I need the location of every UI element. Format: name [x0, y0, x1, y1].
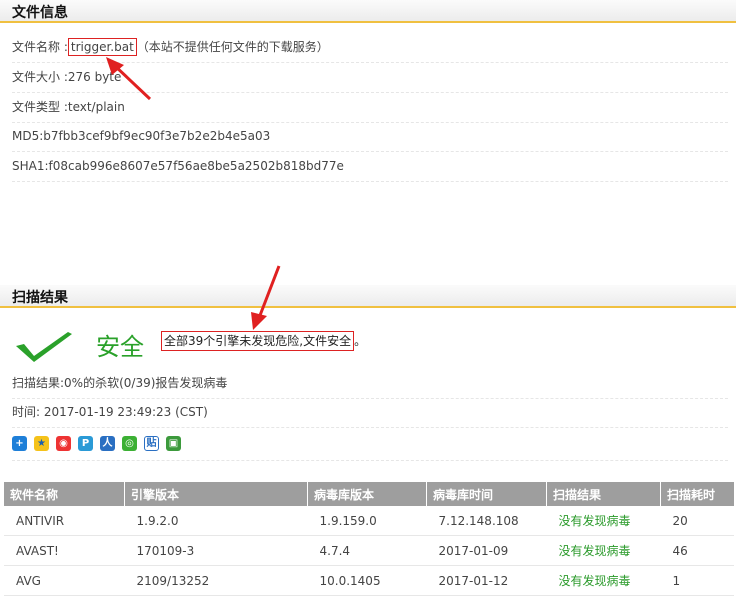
qzone-icon[interactable]: ★: [34, 436, 49, 451]
renren-icon[interactable]: 人: [100, 436, 115, 451]
annotation-arrow-1: [106, 57, 152, 101]
scan-result-title: 扫描结果: [12, 290, 68, 306]
cell-engine-version: 2109/13252: [124, 565, 308, 596]
col-scan-duration: 扫描耗时: [660, 482, 734, 506]
col-engine-version: 引擎版本: [124, 482, 308, 506]
table-row: ANTIVIR 1.9.2.0 1.9.159.0 7.12.148.108 没…: [4, 506, 734, 536]
cell-db-time: 2017-01-09: [426, 535, 547, 566]
divider: [12, 460, 728, 461]
table-row: AVG 2109/13252 10.0.1405 2017-01-12 没有发现…: [4, 565, 734, 596]
col-db-version: 病毒库版本: [307, 482, 427, 506]
cell-scan-result: 没有发现病毒: [546, 565, 661, 596]
cell-scan-result: 没有发现病毒: [546, 535, 661, 566]
cell-scan-result: 没有发现病毒: [546, 506, 661, 536]
table-header-row: 软件名称 引擎版本 病毒库版本 病毒库时间 扫描结果 扫描耗时: [4, 482, 734, 506]
safe-label: 安全: [96, 333, 144, 361]
cell-software: ANTIVIR: [4, 506, 125, 536]
col-db-time: 病毒库时间: [426, 482, 547, 506]
cell-scan-duration: 1: [660, 565, 734, 596]
cell-db-version: 4.7.4: [307, 535, 427, 566]
safe-message-end: 。: [354, 334, 367, 348]
cell-engine-version: 170109-3: [124, 535, 308, 566]
file-name-label: 文件名称 :: [12, 40, 68, 54]
table-row: AVAST! 170109-3 4.7.4 2017-01-09 没有发现病毒 …: [4, 535, 734, 566]
col-software: 软件名称: [4, 482, 125, 506]
file-info-title: 文件信息: [12, 5, 68, 21]
sha1-row: SHA1:f08cab996e8607e57f56ae8be5a2502b818…: [12, 152, 728, 182]
plus-icon[interactable]: +: [12, 436, 27, 451]
tieba-icon[interactable]: 贴: [144, 436, 159, 451]
cell-scan-duration: 20: [660, 506, 734, 536]
safe-message-text: 全部39个引擎未发现危险,文件安全: [161, 331, 355, 351]
scan-summary-row: 扫描结果:0%的杀软(0/39)报告发现病毒: [12, 369, 728, 399]
wechat-icon[interactable]: ◎: [122, 436, 137, 451]
cell-scan-duration: 46: [660, 535, 734, 566]
scan-result-header: 扫描结果: [0, 285, 736, 308]
cell-db-time: 2017-01-12: [426, 565, 547, 596]
safe-message: 全部39个引擎未发现危险,文件安全。: [161, 331, 367, 351]
cell-db-time: 7.12.148.108: [426, 506, 547, 536]
col-scan-result: 扫描结果: [546, 482, 661, 506]
cell-engine-version: 1.9.2.0: [124, 506, 308, 536]
douban-icon[interactable]: ▣: [166, 436, 181, 451]
file-name-note: （本站不提供任何文件的下载服务）: [136, 40, 329, 54]
engine-table: 软件名称 引擎版本 病毒库版本 病毒库时间 扫描结果 扫描耗时 ANTIVIR …: [4, 482, 734, 596]
cell-software: AVG: [4, 565, 125, 596]
weibo-icon[interactable]: ◉: [56, 436, 71, 451]
file-name-value: trigger.bat: [67, 38, 137, 56]
check-icon: [16, 332, 72, 362]
annotation-arrow-2: [251, 265, 281, 330]
file-info-header: 文件信息: [0, 0, 736, 23]
cell-software: AVAST!: [4, 535, 125, 566]
scan-time-row: 时间: 2017-01-19 23:49:23 (CST): [12, 398, 728, 428]
share-bar: + ★ ◉ P 人 ◎ 贴 ▣: [12, 436, 181, 451]
tencent-weibo-icon[interactable]: P: [78, 436, 93, 451]
cell-db-version: 10.0.1405: [307, 565, 427, 596]
cell-db-version: 1.9.159.0: [307, 506, 427, 536]
md5-row: MD5:b7fbb3cef9bf9ec90f3e7b2e2b4e5a03: [12, 122, 728, 152]
